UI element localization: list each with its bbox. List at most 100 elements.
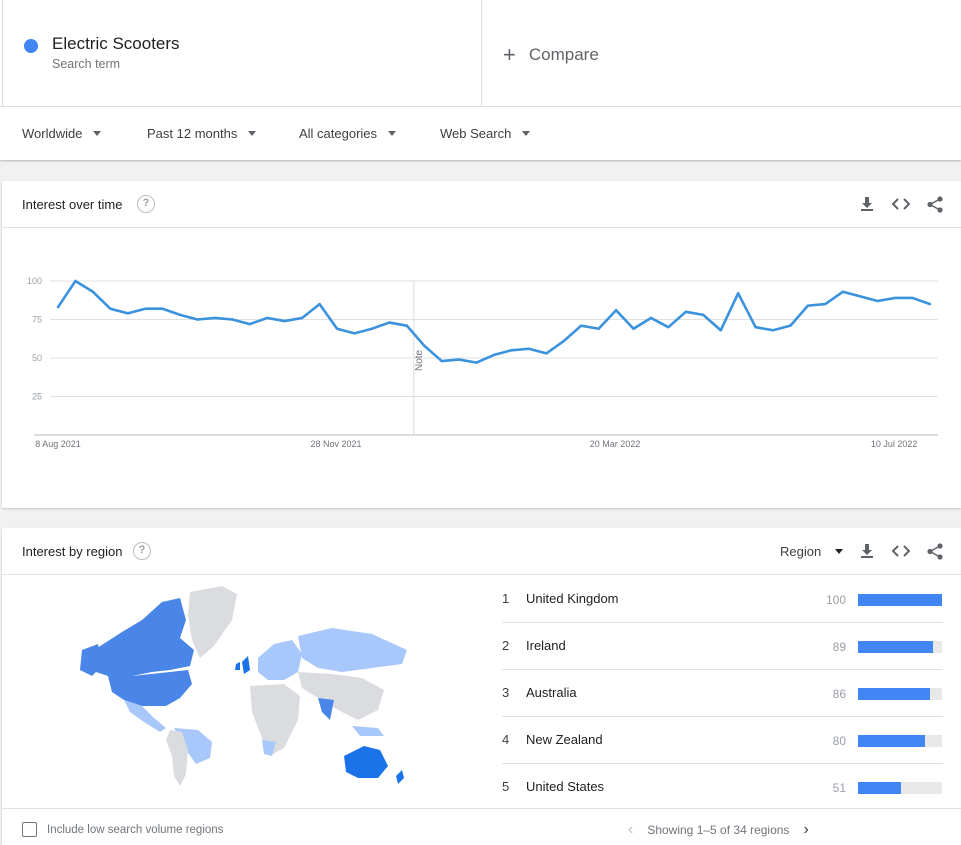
data-point[interactable] [335, 327, 339, 330]
data-point[interactable] [702, 313, 705, 317]
map-region-indonesia[interactable] [352, 726, 384, 736]
data-point[interactable] [196, 318, 199, 321]
data-point[interactable] [74, 279, 77, 283]
map-region-europe[interactable] [258, 640, 302, 680]
data-point[interactable] [614, 309, 618, 312]
map-region-australia[interactable] [344, 746, 388, 778]
data-point[interactable] [719, 329, 722, 332]
data-point[interactable] [806, 304, 810, 307]
embed-icon[interactable] [891, 194, 911, 214]
chevron-right-icon[interactable]: › [803, 821, 808, 839]
series-line[interactable] [56, 279, 931, 364]
note-label[interactable]: Note [414, 349, 425, 371]
data-point[interactable] [545, 352, 548, 355]
region-row[interactable]: 2 Ireland 89 [502, 623, 943, 670]
data-point[interactable] [597, 327, 600, 330]
data-point[interactable] [789, 324, 792, 327]
data-point[interactable] [300, 316, 304, 320]
location-filter[interactable]: Worldwide [22, 126, 102, 141]
data-point[interactable] [580, 324, 583, 327]
embed-icon[interactable] [891, 541, 911, 561]
data-point[interactable] [684, 310, 688, 313]
map-region-india[interactable] [318, 698, 334, 720]
map-region-russia[interactable] [298, 628, 407, 672]
data-point[interactable] [109, 307, 112, 310]
data-point[interactable] [56, 305, 60, 309]
search-term-card[interactable]: Electric Scooters Search term [2, 0, 482, 106]
download-icon[interactable] [857, 541, 877, 561]
data-point[interactable] [423, 344, 426, 347]
data-point[interactable] [876, 299, 879, 303]
data-point[interactable] [859, 295, 862, 298]
data-point[interactable] [457, 358, 461, 361]
category-filter[interactable]: All categories [299, 126, 397, 141]
region-row[interactable]: 1 United Kingdom 100 [502, 576, 943, 623]
map-region-canada[interactable] [94, 598, 194, 676]
data-point[interactable] [510, 349, 513, 352]
data-point[interactable] [736, 292, 740, 295]
region-name[interactable]: United Kingdom [526, 591, 619, 606]
data-point[interactable] [754, 326, 757, 329]
data-point[interactable] [248, 322, 252, 326]
low-volume-label[interactable]: Include low search volume regions [47, 824, 223, 836]
region-name[interactable]: New Zealand [526, 732, 603, 747]
region-value: 89 [832, 640, 846, 654]
data-point[interactable] [928, 302, 932, 306]
data-point[interactable] [318, 302, 321, 306]
data-point[interactable] [492, 353, 496, 357]
interest-over-time-chart[interactable]: 25 50 75 100 Note 8 Aug 2021 28 Nov 2021 20 Mar… [2, 229, 961, 508]
data-point[interactable] [632, 327, 635, 330]
region-row[interactable]: 5 United States 51 [502, 764, 943, 811]
data-point[interactable] [440, 359, 443, 363]
data-point[interactable] [841, 290, 844, 293]
map-region-ireland[interactable] [235, 662, 240, 670]
search-term-name[interactable]: Electric Scooters [52, 34, 180, 54]
data-point[interactable] [405, 324, 408, 327]
data-point[interactable] [231, 318, 234, 321]
share-icon[interactable] [925, 194, 945, 214]
chevron-down-icon [835, 549, 844, 554]
data-point[interactable] [266, 316, 269, 320]
data-point[interactable] [91, 290, 95, 293]
data-point[interactable] [771, 329, 775, 332]
region-name[interactable]: Ireland [526, 638, 566, 653]
data-point[interactable] [144, 307, 147, 310]
data-point[interactable] [370, 327, 374, 330]
help-icon[interactable]: ? [133, 542, 151, 560]
region-row[interactable]: 4 New Zealand 80 [502, 717, 943, 764]
help-icon[interactable]: ? [137, 195, 155, 213]
search-type-filter[interactable]: Web Search [440, 126, 531, 141]
map-region-asia[interactable] [298, 672, 384, 720]
data-point[interactable] [283, 319, 286, 323]
data-point[interactable] [667, 326, 670, 329]
chevron-left-icon[interactable]: ‹ [628, 821, 633, 839]
data-point[interactable] [475, 361, 478, 364]
region-row[interactable]: 3 Australia 86 [502, 670, 943, 717]
map-region-new-zealand[interactable] [396, 770, 404, 784]
data-point[interactable] [161, 307, 164, 310]
time-range-filter[interactable]: Past 12 months [147, 126, 257, 141]
data-point[interactable] [649, 316, 653, 320]
x-tick-label: 8 Aug 2021 [35, 439, 81, 449]
map-region-greenland[interactable] [188, 586, 237, 658]
low-volume-checkbox[interactable] [22, 822, 37, 837]
world-map[interactable] [62, 580, 422, 790]
map-region-united-kingdom[interactable] [242, 656, 250, 674]
region-rank: 3 [502, 685, 510, 700]
data-point[interactable] [353, 332, 356, 335]
region-name[interactable]: United States [526, 779, 604, 794]
data-point[interactable] [178, 313, 182, 317]
data-point[interactable] [527, 347, 531, 350]
data-point[interactable] [562, 339, 565, 343]
data-point[interactable] [893, 296, 897, 300]
data-point[interactable] [824, 302, 827, 306]
data-point[interactable] [213, 316, 217, 320]
compare-button[interactable]: + Compare [503, 44, 599, 66]
region-resolution-select[interactable]: Region [780, 544, 844, 559]
share-icon[interactable] [925, 541, 945, 561]
data-point[interactable] [388, 321, 391, 324]
region-name[interactable]: Australia [526, 685, 577, 700]
download-icon[interactable] [857, 194, 877, 214]
data-point[interactable] [911, 296, 914, 300]
data-point[interactable] [126, 312, 129, 315]
